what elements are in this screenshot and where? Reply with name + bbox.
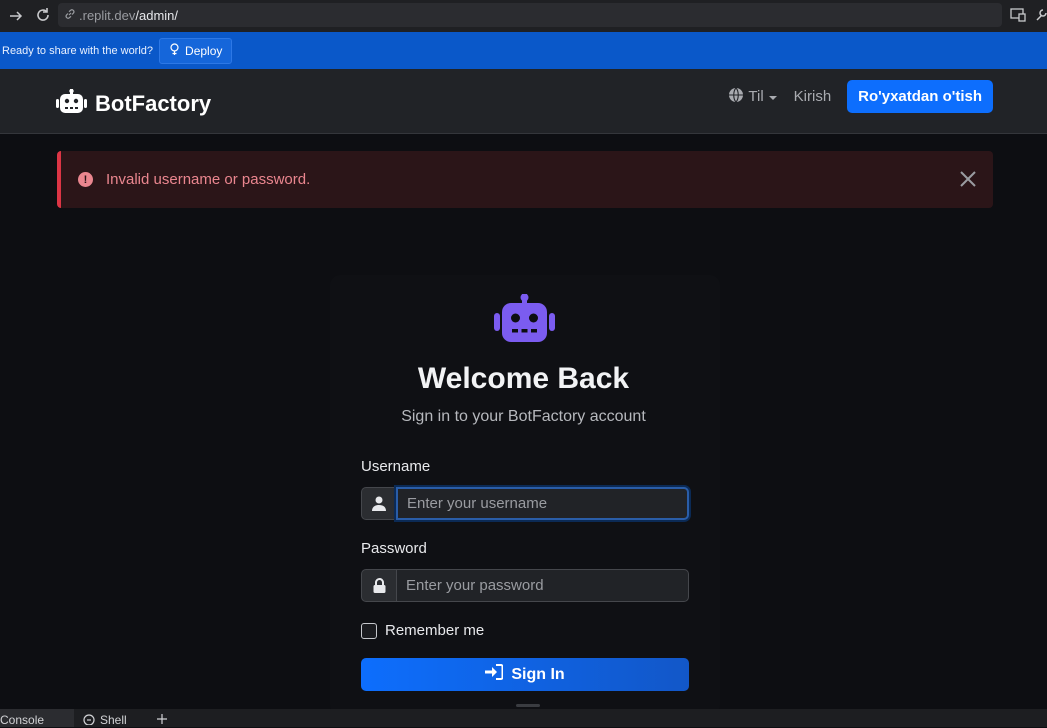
globe-icon [728,87,744,107]
forward-arrow-icon[interactable] [6,6,26,26]
share-text: Ready to share with the world? [2,44,154,57]
sign-in-icon [485,664,504,685]
site-navbar: BotFactory Til Kirish Ro'yxatdan o'tish [0,69,1047,134]
shell-icon [82,713,96,728]
remember-label[interactable]: Remember me [385,622,484,639]
url-domain: .replit.dev [79,7,136,23]
browser-toolbar: .replit.dev/admin/ [0,0,1047,32]
workspace-tab-bar: Console Shell [0,709,1047,727]
lock-icon [361,569,396,602]
deploy-button[interactable]: Deploy [159,37,233,64]
remember-checkbox[interactable] [361,622,377,639]
plus-icon [156,713,167,727]
username-input-group [361,487,689,520]
password-label: Password [361,540,427,557]
language-label: Til [748,88,764,105]
link-icon [64,8,76,23]
password-input-group [361,569,689,602]
robot-logo-icon [494,293,555,347]
signin-label: Sign In [511,665,565,683]
add-tab-button[interactable] [156,709,173,727]
panel-resize-handle[interactable] [516,704,540,707]
password-input[interactable] [396,569,689,602]
language-dropdown[interactable]: Til [728,87,777,107]
remember-me: Remember me [361,622,484,639]
brand-name: BotFactory [95,91,212,116]
page-subtitle: Sign in to your BotFactory account [401,408,646,425]
close-icon[interactable] [957,168,979,190]
signup-button[interactable]: Ro'yxatdan o'tish [847,80,993,113]
username-input[interactable] [396,487,689,520]
screen-share-icon[interactable] [1010,8,1026,27]
tab-shell-label: Shell [100,713,127,727]
tab-console[interactable]: Console [0,709,74,727]
username-label: Username [361,458,431,475]
login-link[interactable]: Kirish [794,88,832,105]
exclamation-circle-icon: ! [78,172,93,187]
url-path: /admin/ [135,7,179,23]
deploy-label: Deploy [185,43,223,58]
replit-share-bar: Ready to share with the world? Deploy [0,32,1047,69]
address-bar[interactable]: .replit.dev/admin/ [58,3,1002,27]
signin-button[interactable]: Sign In [361,658,689,691]
reload-icon[interactable] [33,5,53,25]
alert-message: Invalid username or password. [106,171,311,188]
nav-actions: Til Kirish Ro'yxatdan o'tish [728,80,993,113]
page-title: Welcome Back [417,362,630,395]
error-alert: ! Invalid username or password. [57,151,993,208]
brand-link[interactable]: BotFactory [56,88,212,119]
tab-console-label: Console [0,713,45,727]
caret-down-icon [768,88,778,105]
robot-icon [56,88,87,119]
wrench-icon[interactable] [1035,8,1047,27]
tab-shell[interactable]: Shell [82,709,133,727]
user-icon [361,487,396,520]
deploy-icon [169,43,180,58]
